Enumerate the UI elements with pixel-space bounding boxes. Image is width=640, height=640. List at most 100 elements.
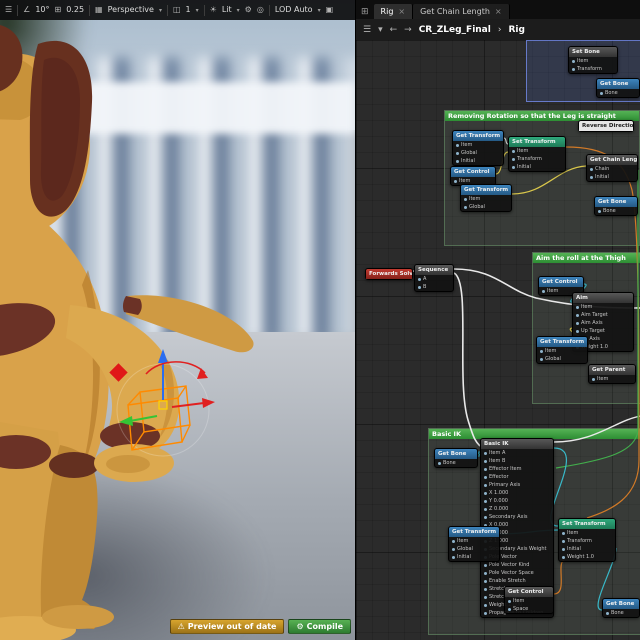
tab-rig[interactable]: Rig ×: [373, 4, 414, 19]
graph-node[interactable]: Get Transform Item Global Initial: [452, 130, 504, 166]
node-pin[interactable]: Enable Stretch: [481, 577, 553, 585]
graph-node[interactable]: Get Parent Item: [588, 364, 636, 384]
graph-node[interactable]: Get Control Item Space: [504, 586, 554, 614]
viewport-menu-icon[interactable]: ☰: [5, 0, 12, 20]
node-pin[interactable]: Global: [537, 355, 587, 363]
node-pin[interactable]: Item B: [481, 457, 553, 465]
node-title: Get Transform: [449, 527, 499, 537]
node-pin[interactable]: Item: [573, 303, 633, 311]
viewport-scene[interactable]: [0, 0, 355, 640]
graph-node[interactable]: Get Control Item: [450, 166, 496, 186]
graph-node[interactable]: Reverse Direction: [578, 120, 634, 132]
chevron-down-icon[interactable]: ▾: [378, 25, 383, 35]
breadcrumb-asset[interactable]: CR_ZLeg_Final: [419, 25, 491, 35]
node-pin[interactable]: Initial: [509, 163, 565, 171]
graph-node[interactable]: Get Bone Bone: [594, 196, 638, 216]
chevron-down-icon[interactable]: ▾: [237, 7, 240, 14]
node-pin[interactable]: Z 0.000: [481, 505, 553, 513]
maximize-icon[interactable]: ▣: [326, 0, 334, 20]
view-mode-dropdown[interactable]: Lit: [222, 0, 232, 20]
graph-icon[interactable]: ⊞: [356, 7, 374, 19]
node-pin[interactable]: Item A: [481, 449, 553, 457]
node-pin[interactable]: Space: [505, 605, 553, 613]
chevron-down-icon[interactable]: ▾: [318, 7, 321, 14]
rotation-snap-value[interactable]: 10°: [35, 0, 49, 20]
node-pin[interactable]: B: [415, 283, 453, 291]
preview-out-of-date-button[interactable]: ⚠ Preview out of date: [169, 619, 285, 634]
scale-snap-icon[interactable]: ⊞: [55, 0, 62, 20]
graph-node[interactable]: Get Bone Bone: [602, 598, 640, 618]
node-pin[interactable]: Weight 1.0: [559, 553, 615, 561]
lod-dropdown[interactable]: LOD Auto: [275, 0, 313, 20]
graph-node[interactable]: Get Transform Item Global: [536, 336, 588, 364]
compile-button[interactable]: ⚙ Compile: [288, 619, 351, 634]
graph-node[interactable]: Get Bone Bone: [596, 78, 640, 98]
menu-icon[interactable]: ☰: [363, 25, 371, 35]
node-pin[interactable]: Item: [449, 537, 499, 545]
screen-percentage-dropdown[interactable]: 1: [186, 0, 191, 20]
chevron-down-icon[interactable]: ▾: [196, 7, 199, 14]
node-pin[interactable]: Transform: [509, 155, 565, 163]
graph-node[interactable]: Set Transform Item Transform Initial: [508, 136, 566, 172]
node-pin[interactable]: Aim Axis: [573, 319, 633, 327]
node-pin[interactable]: Transform: [559, 537, 615, 545]
close-icon[interactable]: ×: [398, 7, 405, 16]
node-pin[interactable]: Initial: [449, 553, 499, 561]
camera-icon[interactable]: ◎: [257, 0, 264, 20]
node-pin[interactable]: Pole Vector Space: [481, 569, 553, 577]
node-pin[interactable]: Item: [559, 529, 615, 537]
graph-nav-bar: ☰ ▾ ← → CR_ZLeg_Final › Rig: [356, 19, 640, 41]
node-pin[interactable]: Global: [453, 149, 503, 157]
node-pin[interactable]: Aim Target: [573, 311, 633, 319]
breadcrumb-page[interactable]: Rig: [508, 25, 524, 35]
node-pin[interactable]: Y 0.000: [481, 497, 553, 505]
graph-node[interactable]: Get Bone Bone: [434, 448, 478, 468]
perspective-dropdown[interactable]: Perspective: [108, 0, 154, 20]
graph-canvas[interactable]: Removing Rotation so that the Leg is str…: [356, 40, 640, 640]
node-pin[interactable]: Global: [449, 545, 499, 553]
node-pin[interactable]: Bone: [603, 609, 639, 617]
node-pin[interactable]: Initial: [559, 545, 615, 553]
node-pin[interactable]: Item: [509, 147, 565, 155]
node-pin[interactable]: Effector Item: [481, 465, 553, 473]
node-pin[interactable]: A: [415, 275, 453, 283]
node-pin[interactable]: Bone: [597, 89, 639, 97]
tab-bar: ⊞ Rig × Get Chain Length ×: [356, 0, 640, 19]
node-pin[interactable]: Bone: [435, 459, 477, 467]
graph-node[interactable]: Forwards Solve: [365, 268, 413, 280]
node-pin[interactable]: Secondary Axis: [481, 513, 553, 521]
rotation-snap-icon[interactable]: ∠: [23, 0, 30, 20]
show-flags-icon[interactable]: ⚙: [245, 0, 252, 20]
node-pin[interactable]: Pole Vector Kind: [481, 561, 553, 569]
node-pin[interactable]: Item: [589, 375, 635, 383]
graph-node[interactable]: Set Bone Item Transform: [568, 46, 618, 74]
node-pin[interactable]: Up Target: [573, 327, 633, 335]
node-pin[interactable]: Effector: [481, 473, 553, 481]
tab-get-chain-length[interactable]: Get Chain Length ×: [413, 4, 510, 19]
scale-snap-value[interactable]: 0.25: [66, 0, 84, 20]
graph-node[interactable]: Set Transform Item Transform Initial Weight …: [558, 518, 616, 562]
forward-icon[interactable]: →: [404, 25, 412, 35]
graph-node[interactable]: Get Transform Item Global Initial: [448, 526, 500, 562]
node-pin[interactable]: Transform: [569, 65, 617, 73]
graph-node[interactable]: Get Chain LengthChainInitial: [586, 154, 638, 182]
node-pin[interactable]: Item: [453, 141, 503, 149]
chevron-down-icon[interactable]: ▾: [159, 7, 162, 14]
graph-node[interactable]: Sequence A B: [414, 264, 454, 292]
graph-node[interactable]: Get Transform Item Global: [460, 184, 512, 212]
node-pin[interactable]: Item: [569, 57, 617, 65]
node-pin[interactable]: Item: [537, 347, 587, 355]
transform-gizmo[interactable]: [0, 0, 355, 640]
node-pin[interactable]: Item: [505, 597, 553, 605]
close-icon[interactable]: ×: [495, 7, 502, 16]
node-pin[interactable]: X 1.000: [481, 489, 553, 497]
node-pin[interactable]: Initial: [587, 173, 637, 181]
node-pin[interactable]: Chain: [587, 165, 637, 173]
back-icon[interactable]: ←: [390, 25, 398, 35]
divider: [166, 4, 168, 16]
node-pin[interactable]: Item: [461, 195, 511, 203]
node-pin[interactable]: Global: [461, 203, 511, 211]
node-pin[interactable]: Primary Axis: [481, 481, 553, 489]
node-pin[interactable]: Initial: [453, 157, 503, 165]
node-pin[interactable]: Bone: [595, 207, 637, 215]
